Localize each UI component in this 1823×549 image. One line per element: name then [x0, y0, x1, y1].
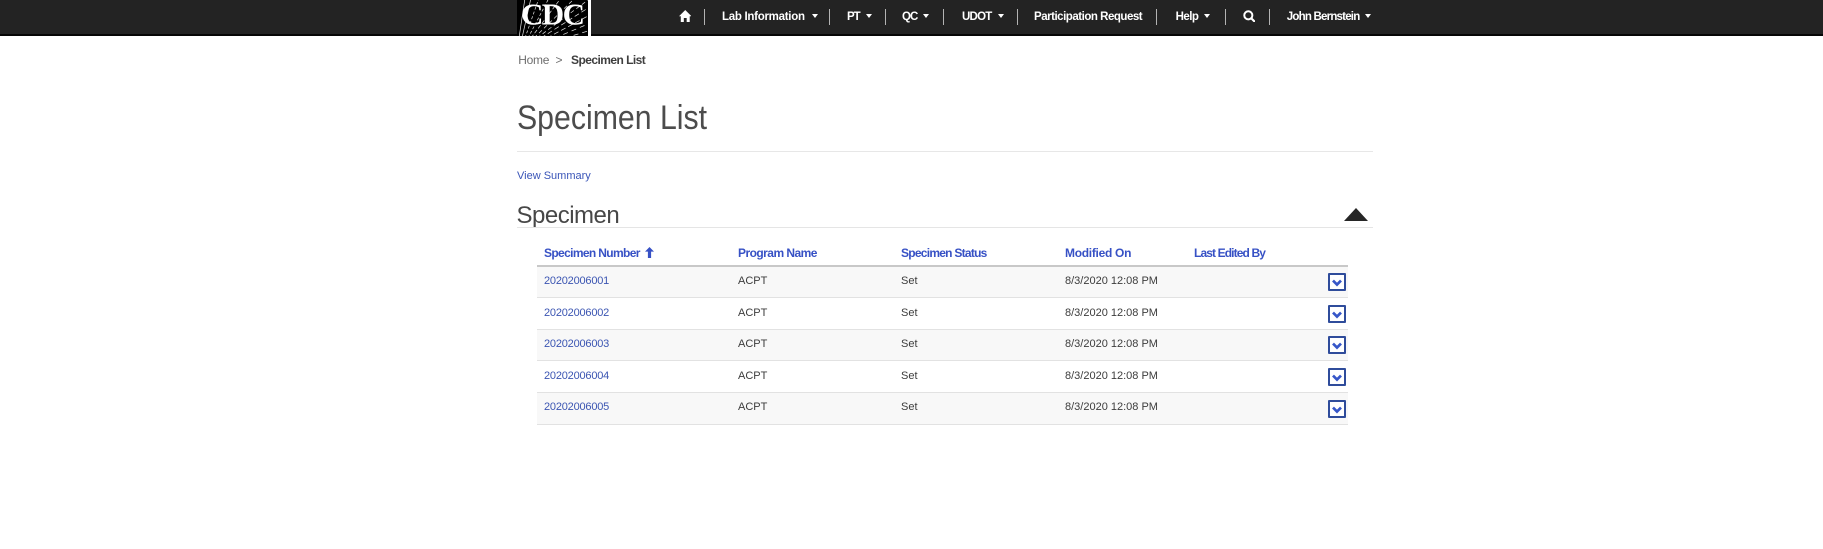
svg-text:CDC: CDC — [521, 0, 585, 32]
